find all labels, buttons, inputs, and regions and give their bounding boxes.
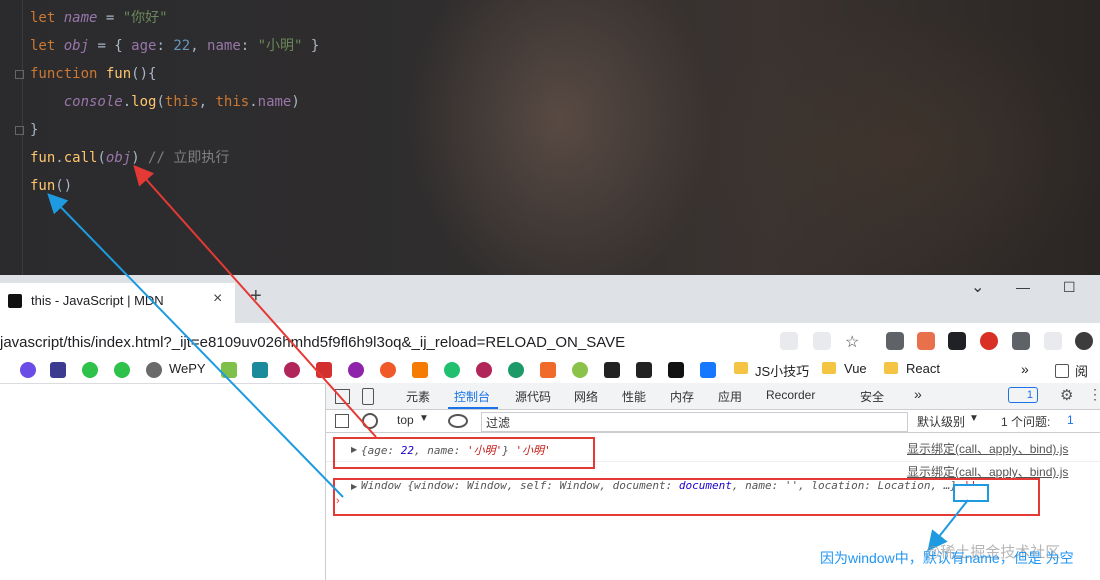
annotation-note: 因为window中，默认有name，但是 为空 — [820, 550, 1074, 566]
red-arrow — [133, 165, 377, 438]
annotation-arrows — [47, 165, 969, 552]
blue-arrow — [47, 193, 344, 498]
